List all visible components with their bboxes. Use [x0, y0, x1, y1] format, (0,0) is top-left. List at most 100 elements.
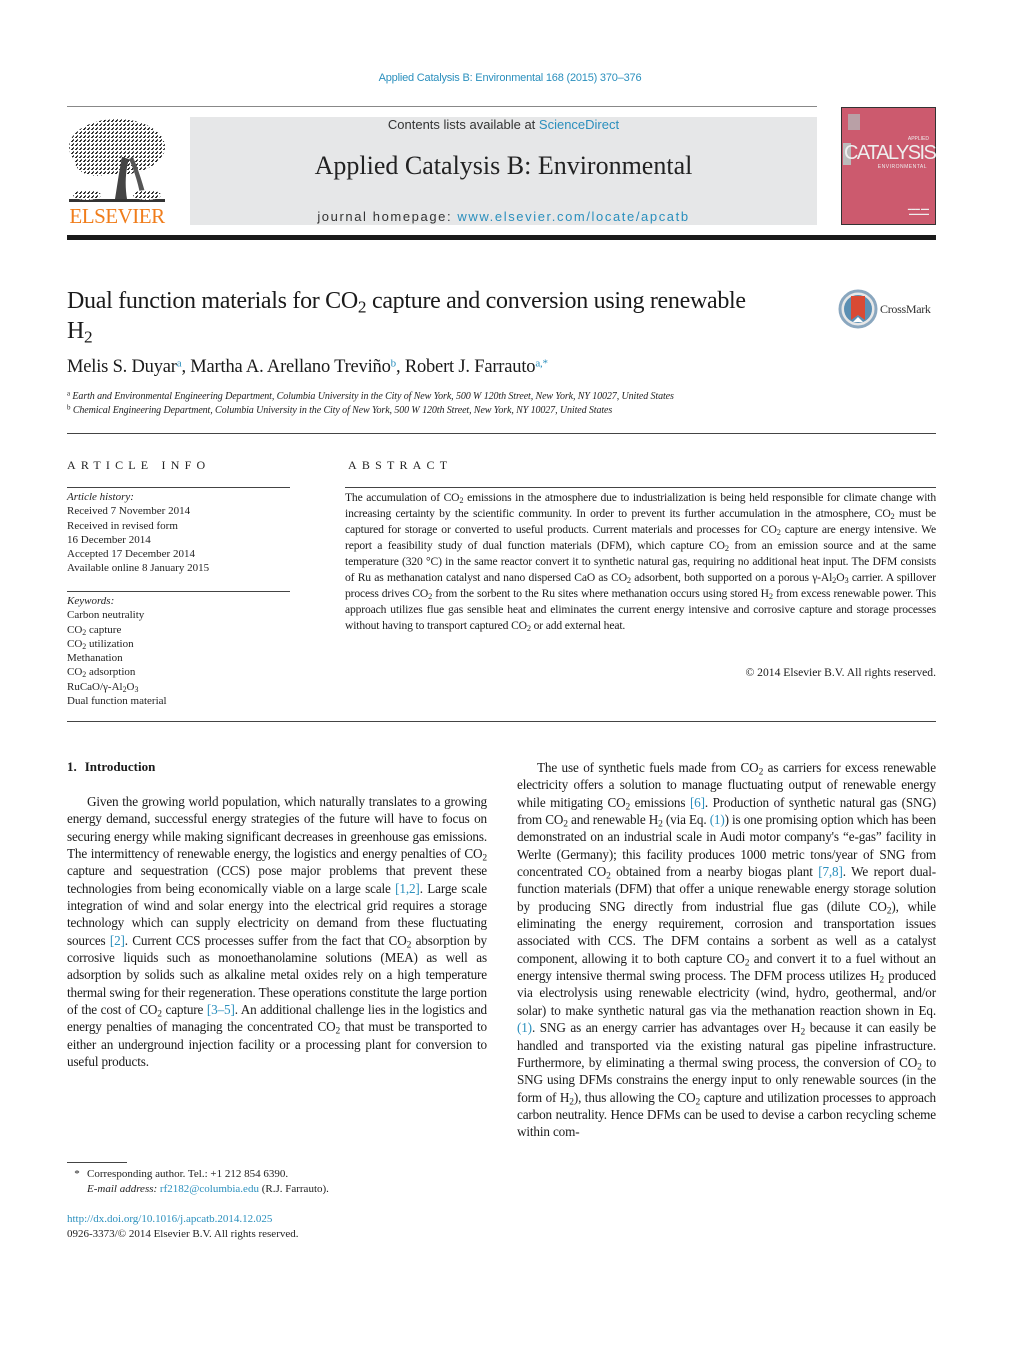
- affiliation-key: a: [67, 389, 71, 398]
- author-list: Melis S. Duyara, Martha A. Arellano Trev…: [67, 357, 548, 377]
- text-run: adsorbent, both supported on a porous γ-…: [630, 571, 833, 584]
- keywords: Keywords: Carbon neutrality CO2 capture CO…: [67, 594, 292, 708]
- sciencedirect-link[interactable]: ScienceDirect: [539, 117, 619, 132]
- body-paragraph: Given the growing world population, whic…: [67, 793, 487, 1071]
- text-run: The use of synthetic fuels made from CO: [537, 760, 759, 775]
- doi-link[interactable]: http://dx.doi.org/10.1016/j.apcatb.2014.…: [67, 1212, 299, 1227]
- cover-title: CATALYSIS: [844, 142, 937, 164]
- affiliation-key: b: [67, 403, 71, 412]
- cover-publisher-logo: [848, 114, 860, 130]
- crossmark-badge[interactable]: CrossMark: [838, 289, 938, 331]
- issn-copyright: 0926-3373/© 2014 Elsevier B.V. All right…: [67, 1227, 299, 1240]
- text-run: or add external heat.: [530, 619, 626, 632]
- citation-link[interactable]: [2]: [110, 933, 125, 948]
- abstract-copyright: © 2014 Elsevier B.V. All rights reserved…: [745, 666, 936, 679]
- keyword-text: RuCaO/γ-Al: [67, 680, 123, 693]
- history-item: Received in revised form: [67, 519, 178, 532]
- contents-prefix: Contents lists available at: [387, 117, 539, 132]
- author-name[interactable]: Martha A. Arellano Treviño: [190, 357, 391, 377]
- keyword-text: adsorption: [86, 666, 136, 679]
- citation-link[interactable]: [3–5]: [207, 1002, 235, 1017]
- keyword-text: Methanation: [67, 652, 123, 665]
- keyword-item: Carbon neutrality: [67, 608, 292, 622]
- affiliation-text: Earth and Environmental Engineering Depa…: [72, 391, 674, 402]
- keyword-item: RuCaO/γ-Al2O3: [67, 680, 292, 694]
- header-divider: [67, 106, 817, 107]
- history-item: Received 7 November 2014: [67, 505, 191, 518]
- text-run: The accumulation of CO: [345, 491, 460, 504]
- keyword-text: O: [126, 680, 135, 693]
- citation-link[interactable]: [1,2]: [395, 881, 420, 896]
- contents-line: Contents lists available at ScienceDirec…: [190, 117, 817, 132]
- email-link[interactable]: rf2182@columbia.edu: [160, 1183, 259, 1195]
- keyword-item: CO2 capture: [67, 623, 292, 637]
- homepage-prefix: journal homepage:: [317, 209, 458, 224]
- cover-subtitle-bottom: ENVIRONMENTAL: [877, 164, 927, 170]
- author-name[interactable]: Robert J. Farrauto: [405, 357, 536, 377]
- corresponding-author-footnote: * Corresponding author. Tel.: +1 212 854 …: [67, 1167, 487, 1196]
- history-item: Available online 8 January 2015: [67, 562, 210, 575]
- text-run: emissions: [630, 794, 690, 810]
- text-run: capture: [161, 1002, 207, 1018]
- homepage-link[interactable]: www.elsevier.com/locate/apcatb: [457, 209, 689, 224]
- email-label: E-mail address:: [87, 1182, 158, 1195]
- subscript: 3: [134, 684, 139, 694]
- keyword-text: CO: [67, 623, 83, 636]
- text-run: Given the growing world population, whic…: [67, 794, 487, 862]
- history-item: 16 December 2014: [67, 533, 151, 546]
- corresponding-author-text: Corresponding author. Tel.: +1 212 854 6…: [87, 1168, 289, 1180]
- elsevier-logo[interactable]: ELSEVIER: [67, 117, 167, 229]
- keywords-label: Keywords:: [67, 595, 115, 607]
- article-info-heading: ARTICLE INFO: [67, 458, 211, 472]
- abstract-divider: [345, 487, 936, 488]
- keyword-item: CO2 adsorption: [67, 665, 292, 679]
- text-run: obtained from a nearby biogas plant: [610, 864, 819, 880]
- author-affiliation-marker[interactable]: b: [391, 358, 397, 370]
- author-affiliation-marker[interactable]: a: [177, 358, 182, 370]
- article-title: Dual function materials for CO2 capture …: [67, 286, 767, 346]
- citation-link[interactable]: (1): [517, 1020, 532, 1035]
- crossmark-label: CrossMark: [880, 302, 931, 316]
- masthead-thick-divider: [67, 235, 936, 240]
- keyword-list: Carbon neutrality CO2 capture CO2 utilizat…: [67, 608, 292, 708]
- title-subscript-2: 2: [84, 327, 93, 347]
- text-run: from the sorbent to the Ru sites where m…: [432, 587, 769, 600]
- keyword-text: utilization: [86, 637, 134, 650]
- elsevier-wordmark: ELSEVIER: [69, 204, 165, 228]
- journal-title: Applied Catalysis B: Environmental: [314, 151, 693, 180]
- journal-cover-thumbnail[interactable]: APPLIED CATALYSIS ENVIRONMENTAL ▬▬▬ ▬▬ ▬▬…: [841, 107, 937, 225]
- keyword-text: CO: [67, 666, 83, 679]
- citation-link[interactable]: [7,8]: [818, 864, 843, 879]
- section-title: Introduction: [84, 759, 156, 774]
- article-history: Article history: Received 7 November 201…: [67, 490, 292, 576]
- section-heading-introduction: 1. Introduction: [67, 759, 155, 775]
- homepage-line: journal homepage: www.elsevier.com/locat…: [190, 209, 817, 224]
- footnote-divider: [67, 1162, 127, 1163]
- keyword-text: CO: [67, 637, 83, 650]
- text-run: . SNG as an energy carrier has advantage…: [531, 1020, 801, 1036]
- section-number: 1.: [67, 759, 77, 774]
- citation-link[interactable]: [6]: [690, 795, 705, 810]
- author-name[interactable]: Melis S. Duyar: [67, 357, 177, 377]
- keyword-text: capture: [86, 623, 122, 636]
- citation-link[interactable]: (1): [710, 812, 725, 827]
- article-info-divider: [67, 487, 290, 488]
- text-run: . Current CCS processes suffer from the …: [124, 932, 407, 948]
- keyword-text: Carbon neutrality: [67, 609, 145, 622]
- author-affiliation-marker[interactable]: a,*: [535, 358, 548, 370]
- affiliation-b: b Chemical Engineering Department, Colum…: [67, 403, 612, 416]
- keywords-divider: [67, 591, 290, 592]
- keyword-text: Dual function material: [67, 695, 167, 708]
- abstract-text: The accumulation of CO2 emissions in the…: [345, 490, 936, 634]
- doi-block: http://dx.doi.org/10.1016/j.apcatb.2014.…: [67, 1212, 299, 1241]
- email-suffix: (R.J. Farrauto).: [258, 1182, 329, 1195]
- journal-citation[interactable]: Applied Catalysis B: Environmental 168 (…: [0, 72, 1020, 84]
- title-text-1: Dual function materials for CO: [67, 288, 358, 314]
- journal-masthead: Contents lists available at ScienceDirec…: [190, 117, 817, 225]
- title-subscript-1: 2: [357, 297, 367, 317]
- text-run: (via Eq.: [662, 812, 710, 828]
- text-run: ), thus allowing the CO: [573, 1089, 696, 1105]
- cover-footer: ▬▬▬ ▬▬ ▬▬▬▬▬: [907, 206, 929, 216]
- footnote-marker: *: [74, 1168, 80, 1180]
- history-item: Accepted 17 December 2014: [67, 548, 195, 561]
